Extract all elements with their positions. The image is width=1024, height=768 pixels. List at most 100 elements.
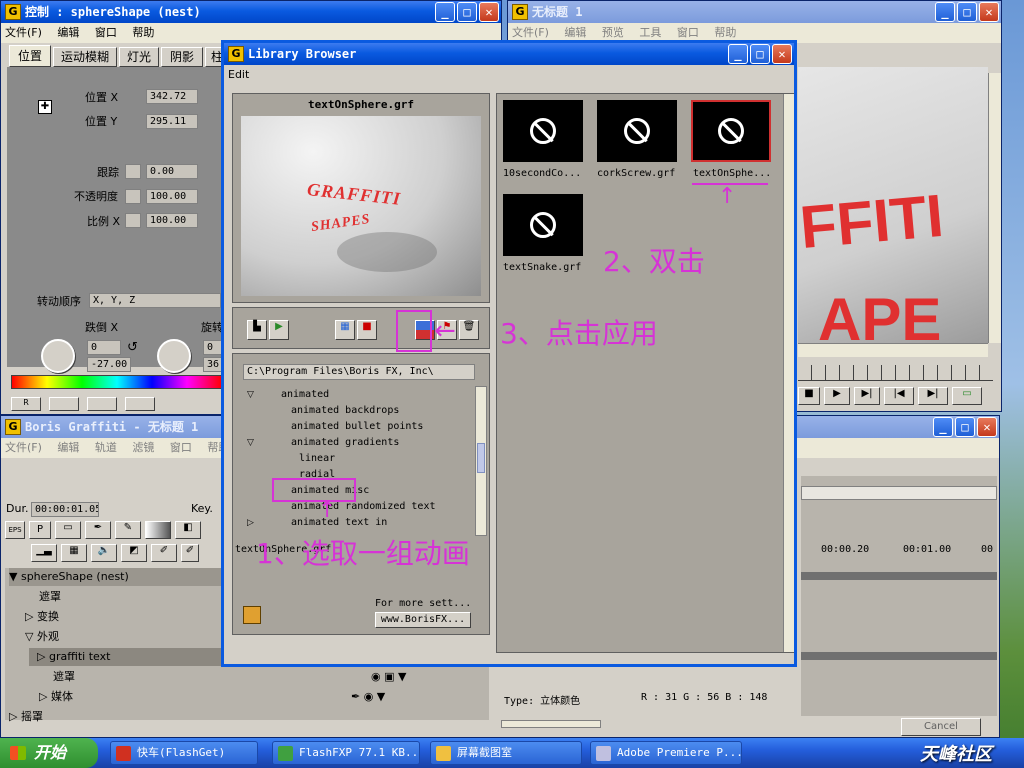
tree-item-animated[interactable]: animated (281, 389, 329, 400)
control-titlebar[interactable]: G 控制 : sphereShape (nest) _ □ ✕ (1, 1, 501, 23)
horizontal-scrollbar[interactable] (798, 343, 988, 357)
crosshair-icon[interactable]: ✚ (38, 100, 52, 114)
scale-field[interactable]: 100.00 (146, 213, 198, 228)
minimize-button[interactable]: _ (935, 2, 955, 22)
brush-icon[interactable]: ✐ (151, 544, 177, 562)
render-button[interactable]: ▭ (952, 387, 982, 405)
stop-button[interactable]: ■ (798, 387, 820, 405)
menu-file[interactable]: 文件(F) (5, 26, 42, 39)
tab-shadow[interactable]: 阴影 (161, 47, 203, 67)
preview-play-button[interactable]: ▶ (269, 320, 289, 340)
tilt-dial-icon[interactable] (41, 339, 75, 373)
menu-tools[interactable]: 工具 (639, 26, 661, 39)
menu-edit[interactable]: Edit (228, 68, 249, 81)
task-premiere[interactable]: Adobe Premiere P... (590, 741, 742, 765)
canvas-preview[interactable]: FFITI APE (798, 67, 988, 343)
color-spectrum-bar[interactable] (11, 375, 223, 389)
task-flashfxp[interactable]: FlashFXP 77.1 KB... (272, 741, 420, 765)
swatch-btn-4[interactable] (125, 397, 155, 411)
eps-button[interactable]: EPS (5, 521, 25, 539)
close-button[interactable]: ✕ (772, 44, 792, 64)
zoom-slider[interactable] (501, 720, 601, 728)
rotate-field[interactable]: 0 (203, 340, 223, 355)
layer-transform[interactable]: ▷ 变换 (25, 608, 59, 626)
reset-icon[interactable]: ↺ (127, 340, 138, 355)
tilt-field-2[interactable]: -27.00 (87, 357, 131, 372)
layer-media[interactable]: ▷ 媒体 (39, 688, 73, 706)
rect-tool-icon[interactable]: ▭ (55, 521, 81, 539)
tilt-field[interactable]: 0 (87, 340, 121, 355)
track-field[interactable]: 0.00 (146, 164, 198, 179)
menu-help[interactable]: 帮助 (132, 26, 154, 39)
next-key-button[interactable]: ▶| (918, 387, 948, 405)
rot-order-field[interactable]: X, Y, Z (89, 293, 221, 308)
trash-icon[interactable]: 🗑 (459, 320, 479, 340)
start-button[interactable]: 开始 (0, 738, 98, 768)
library-titlebar[interactable]: G Library Browser _ □ ✕ (224, 43, 794, 65)
grid-icon[interactable]: ▦ (61, 544, 87, 562)
layer-appearance[interactable]: ▽ 外观 (25, 628, 59, 646)
pos-y-field[interactable]: 295.11 (146, 114, 198, 129)
preview-image[interactable]: GRAFFITI SHAPES (241, 116, 481, 296)
scale-checkbox[interactable] (125, 213, 141, 228)
tree-item-randomized[interactable]: animated randomized text (291, 501, 436, 512)
grid-view-button[interactable]: ▦ (335, 320, 355, 340)
prev-key-button[interactable]: |◀ (884, 387, 914, 405)
untitled-titlebar[interactable]: G 无标题 1 _ □ ✕ (508, 1, 1001, 23)
tab-position[interactable]: 位置 (9, 45, 51, 67)
tree-scrollbar[interactable] (475, 386, 487, 536)
track-checkbox[interactable] (125, 164, 141, 179)
close-button[interactable]: ✕ (977, 417, 997, 437)
layer-mask-2[interactable]: 遮罩 (53, 668, 75, 686)
tree-item-linear[interactable]: linear (299, 453, 335, 464)
menu-file[interactable]: 文件(F) (512, 26, 549, 39)
swatch-btn-2[interactable] (49, 397, 79, 411)
borisfx-link[interactable]: www.BorisFX... (375, 612, 471, 628)
opacity-checkbox[interactable] (125, 189, 141, 204)
close-button[interactable]: ✕ (479, 2, 499, 22)
swatch-btn-3[interactable] (87, 397, 117, 411)
gradient-tool-icon[interactable] (145, 521, 171, 539)
library-info-icon[interactable] (243, 606, 261, 624)
pos-x-field[interactable]: 342.72 (146, 89, 198, 104)
cancel-button[interactable]: Cancel (901, 718, 981, 736)
tree-item-text-in[interactable]: animated text in (291, 517, 387, 528)
bars-icon[interactable]: ▁▃ (31, 544, 57, 562)
thumbnails-scrollbar[interactable] (783, 94, 794, 652)
menu-window[interactable]: 窗口 (677, 26, 699, 39)
tree-item-bullets[interactable]: animated bullet points (291, 421, 423, 432)
preview-first-frame-button[interactable]: ▙ (247, 320, 267, 340)
maximize-button[interactable]: □ (457, 2, 477, 22)
tab-lighting[interactable]: 灯光 (119, 47, 159, 67)
menu-help[interactable]: 帮助 (714, 26, 736, 39)
eye-icon-2[interactable]: ✒ ◉ ▼ (351, 690, 385, 703)
layer-mask[interactable]: 遮罩 (39, 588, 61, 606)
brush-icon-2[interactable]: ✐ (181, 544, 199, 562)
task-flashget[interactable]: 快车(FlashGet) (110, 741, 258, 765)
menu-edit[interactable]: 编辑 (57, 441, 79, 454)
close-button[interactable]: ✕ (979, 2, 999, 22)
minimize-button[interactable]: _ (933, 417, 953, 437)
menu-edit[interactable]: 编辑 (564, 26, 586, 39)
thumbnail-textsnake[interactable] (503, 194, 583, 256)
tree-expand-icon[interactable]: ▽ (247, 438, 254, 448)
menu-window[interactable]: 窗口 (95, 26, 117, 39)
thumbnail-corkscrew[interactable] (597, 100, 677, 162)
library-path-field[interactable]: C:\Program Files\Boris FX, Inc\ (243, 364, 475, 380)
menu-file[interactable]: 文件(F) (5, 441, 42, 454)
minimize-button[interactable]: _ (728, 44, 748, 64)
tree-item-gradients[interactable]: animated gradients (291, 437, 399, 448)
rotate-dial-icon[interactable] (157, 339, 191, 373)
pen-tool-icon[interactable]: ✒ (85, 521, 111, 539)
menu-edit[interactable]: 编辑 (57, 26, 79, 39)
tree-collapse-icon[interactable]: ▷ (247, 518, 254, 528)
step-forward-button[interactable]: ▶| (854, 387, 880, 405)
thumbnail-10secondco[interactable] (503, 100, 583, 162)
menu-filter[interactable]: 滤镜 (132, 441, 154, 454)
thumbnail-textonsphere[interactable] (691, 100, 771, 162)
opacity-field[interactable]: 100.00 (146, 189, 198, 204)
tree-expand-icon[interactable]: ▽ (247, 390, 254, 400)
menu-track[interactable]: 轨道 (95, 441, 117, 454)
stop-render-button[interactable]: ■ (357, 320, 377, 340)
eye-icon[interactable]: ◉ ▣ ▼ (371, 670, 406, 683)
